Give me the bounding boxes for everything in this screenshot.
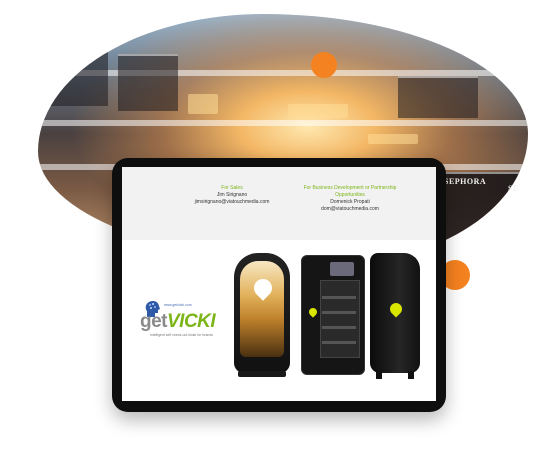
kiosk-display [240,261,284,357]
business-contact: For Business Development or Partnership … [290,185,410,213]
kiosk-glass-door [320,280,360,358]
location-pin-icon [250,275,276,301]
tablet-screen: For Sales Jim Sirignano jimsirignano@via… [122,167,436,401]
business-name: Domenick Propati [330,199,370,205]
contact-section: For Sales Jim Sirignano jimsirignano@via… [122,167,436,240]
getvicki-logo: www.getvicki.com getVICKI intelligent se… [136,295,236,351]
business-role: For Business Development or Partnership … [303,185,397,198]
decorative-orange-dot [311,52,337,78]
kiosk-shelf [322,341,356,344]
logo-word-vicki: VICKI [167,311,216,332]
kiosk-shelf [322,326,356,329]
kiosk-leg [376,371,382,379]
kiosk-vending-unit [301,255,365,375]
logo-word-get: get [140,311,168,332]
logo-wordmark: getVICKI [140,311,216,333]
kiosk-side-unit [370,253,420,379]
sales-role: For Sales [221,185,243,191]
tablet-frame: For Sales Jim Sirignano jimsirignano@via… [112,158,446,412]
kiosk-shelf [322,296,356,299]
location-pin-icon [307,306,319,318]
store-sign: SEPHORA [444,177,487,186]
kiosk-base [238,371,286,377]
sales-name: Jim Sirignano [216,192,248,198]
logo-tagline: intelligent self check-out kiosk for bra… [150,333,214,337]
business-email[interactable]: dom@viatouchmedia.com [290,206,410,213]
kiosk-shelf [322,311,356,314]
sales-email[interactable]: jimsirignano@viatouchmedia.com [177,199,287,206]
kiosk-leg [408,371,414,379]
store-sign-partial: SE [508,184,519,193]
kiosk-screen-unit [234,253,290,377]
kiosk-top-display [330,262,354,276]
logo-url: www.getvicki.com [164,303,192,307]
sales-contact: For Sales Jim Sirignano jimsirignano@via… [177,185,287,206]
location-pin-icon [387,300,405,318]
